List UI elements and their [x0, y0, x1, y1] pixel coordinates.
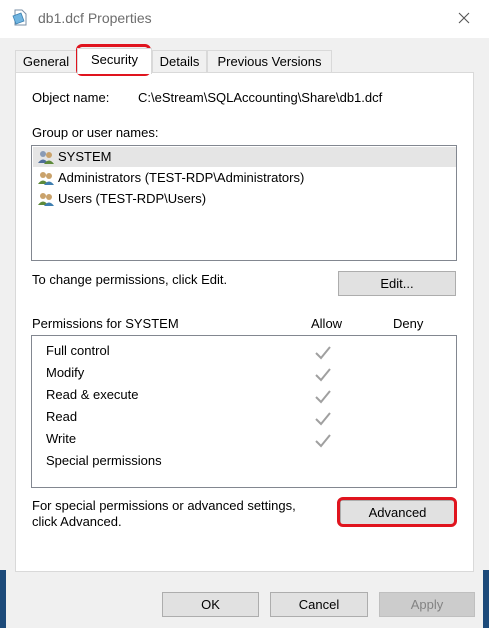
permission-row-read-execute: Read & execute [46, 384, 139, 406]
close-button[interactable] [446, 0, 482, 36]
permission-row-full-control: Full control [46, 340, 110, 362]
users-group-icon [38, 172, 54, 185]
list-item-users[interactable]: Users (TEST-RDP\Users) [37, 189, 206, 209]
permission-name: Full control [46, 343, 110, 358]
permission-name: Write [46, 431, 77, 446]
title-bar: db1.dcf Properties [0, 0, 489, 38]
advanced-button[interactable]: Advanced [340, 500, 455, 525]
users-group-icon [38, 193, 54, 206]
tab-previous-versions[interactable]: Previous Versions [207, 50, 332, 72]
permission-name: Modify [46, 365, 85, 380]
advanced-hint-line2: click Advanced. [32, 514, 122, 529]
tab-details[interactable]: Details [152, 50, 207, 72]
footer-bar: OK Cancel Apply [0, 572, 489, 628]
background-edge-left [0, 570, 6, 628]
permission-row-special: Special permissions [46, 450, 162, 472]
ok-button[interactable]: OK [162, 592, 259, 617]
cancel-button[interactable]: Cancel [270, 592, 368, 617]
permissions-listbox[interactable]: Full control Modify Read & execute Read … [31, 335, 457, 488]
permission-name: Special permissions [46, 453, 162, 468]
users-group-icon [38, 151, 54, 164]
permissions-label: Permissions for SYSTEM [32, 316, 179, 331]
group-listbox[interactable]: SYSTEM Administrators (TEST-RDP\Administ… [31, 145, 457, 261]
allow-check-icon [315, 434, 331, 448]
list-item-system[interactable]: SYSTEM [33, 147, 456, 167]
list-item-label: Users (TEST-RDP\Users) [58, 191, 207, 206]
background-edge-right [483, 570, 489, 628]
tab-general[interactable]: General [15, 50, 77, 72]
close-icon [458, 12, 470, 24]
permission-row-read: Read [46, 406, 77, 428]
list-item-administrators[interactable]: Administrators (TEST-RDP\Administrators) [37, 168, 304, 188]
permission-row-write: Write [46, 428, 76, 450]
allow-check-icon [315, 390, 331, 404]
window-title: db1.dcf Properties [38, 10, 152, 26]
permission-row-modify: Modify [46, 362, 84, 384]
permission-name: Read & execute [46, 387, 139, 402]
allow-check-icon [315, 346, 331, 360]
allow-header: Allow [311, 316, 343, 331]
change-permissions-text: To change permissions, click Edit. [32, 272, 228, 287]
object-name-label: Object name: [32, 90, 110, 105]
object-name-value: C:\eStream\SQLAccounting\Share\db1.dcf [138, 90, 383, 105]
permission-name: Read [46, 409, 78, 424]
allow-check-icon [315, 368, 331, 382]
properties-dialog: db1.dcf Properties General Security Deta… [0, 0, 489, 628]
tab-security[interactable]: Security [77, 48, 152, 74]
edit-button[interactable]: Edit... [338, 271, 456, 296]
advanced-hint-line1: For special permissions or advanced sett… [32, 498, 296, 513]
group-label: Group or user names: [32, 125, 159, 140]
security-panel: Object name: C:\eStream\SQLAccounting\Sh… [15, 72, 474, 572]
deny-header: Deny [393, 316, 424, 331]
list-item-label: SYSTEM [58, 149, 112, 164]
document-file-icon [12, 9, 27, 26]
list-item-label: Administrators (TEST-RDP\Administrators) [58, 170, 305, 185]
apply-button[interactable]: Apply [379, 592, 475, 617]
allow-check-icon [315, 412, 331, 426]
